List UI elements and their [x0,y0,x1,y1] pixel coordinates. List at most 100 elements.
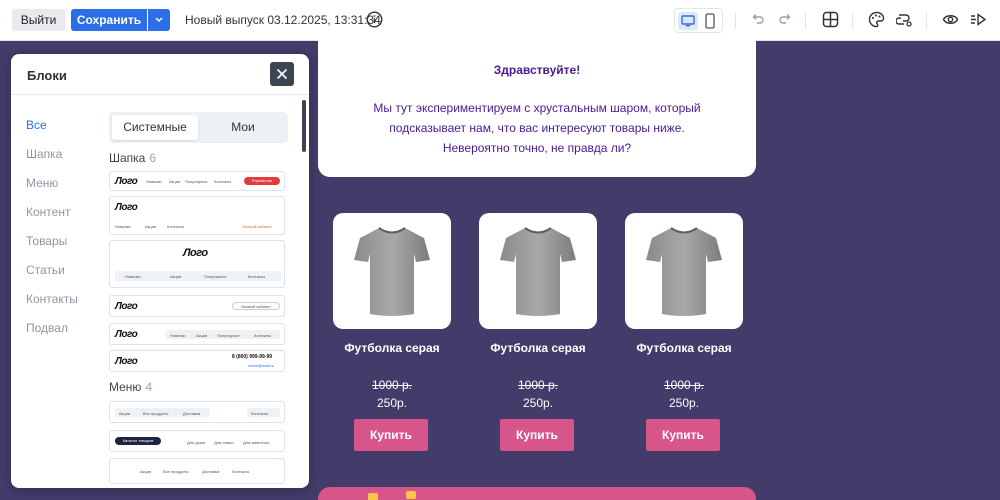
decoration-shape [406,491,416,499]
thumb-nav-item: Для семьи [214,440,234,445]
product-card[interactable]: Футболка серая 1000 р. 250р. Купить [479,213,597,451]
buy-button[interactable]: Купить [354,419,428,451]
product-new-price: 250р. [522,396,554,410]
exit-button[interactable]: Выйти [12,9,65,31]
thumb-logo: Лого [183,247,208,259]
save-button[interactable]: Сохранить [71,9,147,31]
block-thumbnail[interactable]: Лого Новинки Акции Популярное Контакты P… [109,171,285,191]
mobile-view-icon[interactable] [702,13,718,29]
thumb-nav-item: Популярное [204,274,227,279]
product-name: Футболка серая [344,341,440,355]
send-test-icon[interactable] [969,11,987,28]
greeting-block[interactable]: Здравствуйте! Мы тут экспериментируем с … [318,39,756,177]
buy-button[interactable]: Купить [646,419,720,451]
product-image [479,213,597,329]
greeting-text: Мы тут экспериментируем с хрустальным ша… [373,101,701,155]
thumb-nav-item: Новинки [125,274,141,279]
buy-button[interactable]: Купить [500,419,574,451]
toolbar-divider [735,12,736,29]
save-options-dropdown[interactable] [148,9,170,31]
thumb-account-link: Личный кабинет [242,224,273,229]
undo-icon[interactable] [750,11,766,27]
thumb-red-button: Popularnoe [244,177,280,185]
next-email-block[interactable] [318,487,756,500]
thumb-nav-item: Акции [170,274,182,279]
grid-layout-icon[interactable] [822,11,839,28]
thumb-nav-item: Новинки [170,333,186,338]
product-image [333,213,451,329]
palette-icon[interactable] [868,11,885,28]
blocks-panel: Блоки Все Шапка Меню Контент Товары Стат… [11,54,309,488]
tshirt-image [500,227,576,316]
thumb-nav-item: Контакты [214,179,232,184]
tab-mine[interactable]: Мои [200,115,286,140]
tab-system[interactable]: Системные [112,115,198,140]
category-item-all[interactable]: Все [26,118,78,147]
greeting-title: Здравствуйте! [493,63,581,77]
thumb-nav-item: Акции [145,224,157,229]
toolbar-divider [852,12,853,29]
panel-scrollbar[interactable] [302,100,306,152]
version-label: Новый выпуск 03.12.2025, 13:31:34 [185,13,381,27]
block-thumbnail[interactable]: Лого Личный кабинет [109,295,285,317]
info-icon[interactable] [366,11,383,28]
close-panel-button[interactable] [270,62,294,86]
section-count: 4 [145,380,153,394]
category-item-content[interactable]: Контент [26,205,78,234]
toolbar-divider [805,12,806,29]
product-name: Футболка серая [490,341,586,355]
block-thumbnail[interactable]: Лого Новинки Акции Популярное Контакты [109,323,285,345]
close-icon [276,68,288,80]
thumb-nav-item: Контакты [251,411,269,416]
toolbar-divider [926,12,927,29]
thumb-nav-item: Контакты [232,469,250,474]
product-card[interactable]: Футболка серая 1000 р. 250р. Купить [333,213,451,451]
decoration-shape [368,493,378,500]
preview-eye-icon[interactable] [942,11,959,28]
block-thumbnail[interactable]: Акции Все продукты Доставка Контакты [109,458,285,484]
thumb-logo: Лого [115,329,138,340]
thumb-catalog-button: Каталог товаров [115,437,161,445]
thumb-nav-item: Контакты [167,224,185,229]
thumb-email: name@mail.ru [248,363,275,368]
thumb-nav-item: Для дома [187,440,205,445]
section-header-menu: Меню 4 [109,380,152,394]
block-thumbnail[interactable]: Лого Новинки Акции Популярное Контакты [109,240,285,288]
category-item-contacts[interactable]: Контакты [26,292,78,321]
thumb-nav-item: Все продукты [163,469,189,474]
block-thumbnail[interactable]: Каталог товаров Для дома Для семьи Для ж… [109,430,285,452]
thumb-logo: Лого [115,301,138,312]
section-header-header: Шапка 6 [109,151,156,165]
section-title: Шапка [109,151,146,165]
desktop-view-button[interactable] [678,12,698,30]
thumb-phone: 8 (800) 999-99-99 [232,354,273,360]
section-count: 6 [149,151,157,165]
category-item-menu[interactable]: Меню [26,176,78,205]
link-settings-icon[interactable] [896,11,913,28]
category-item-articles[interactable]: Статьи [26,263,78,292]
block-thumbnail[interactable]: Акции Все продукты Доставка Контакты [109,401,285,423]
product-new-price: 250р. [668,396,700,410]
category-item-footer[interactable]: Подвал [26,321,78,350]
thumb-nav-item: Акции [119,411,131,416]
product-name: Футболка серая [636,341,732,355]
thumb-nav-item: Акции [169,179,181,184]
thumb-nav-item: Контакты [248,274,266,279]
tshirt-image [354,227,430,316]
product-card[interactable]: Футболка серая 1000 р. 250р. Купить [625,213,743,451]
section-title: Меню [109,380,142,394]
chevron-down-icon [155,17,163,23]
category-item-products[interactable]: Товары [26,234,78,263]
redo-icon[interactable] [777,11,793,27]
thumb-nav-item: Все продукты [143,411,169,416]
thumb-nav-item: Новинки [115,224,131,229]
block-source-tabs: Системные Мои [109,112,288,143]
thumb-nav-item: Акции [196,333,208,338]
thumb-nav-item: Популярное [185,179,208,184]
block-thumbnail[interactable]: Лого 8 (800) 999-99-99 name@mail.ru [109,350,285,372]
thumb-nav-item: Для животных [243,440,270,445]
category-list: Все Шапка Меню Контент Товары Статьи Кон… [26,118,78,350]
block-thumbnail[interactable]: Лого Новинки Акции Контакты Личный кабин… [109,196,285,235]
category-item-header[interactable]: Шапка [26,147,78,176]
thumb-nav-item: Акции [140,469,152,474]
